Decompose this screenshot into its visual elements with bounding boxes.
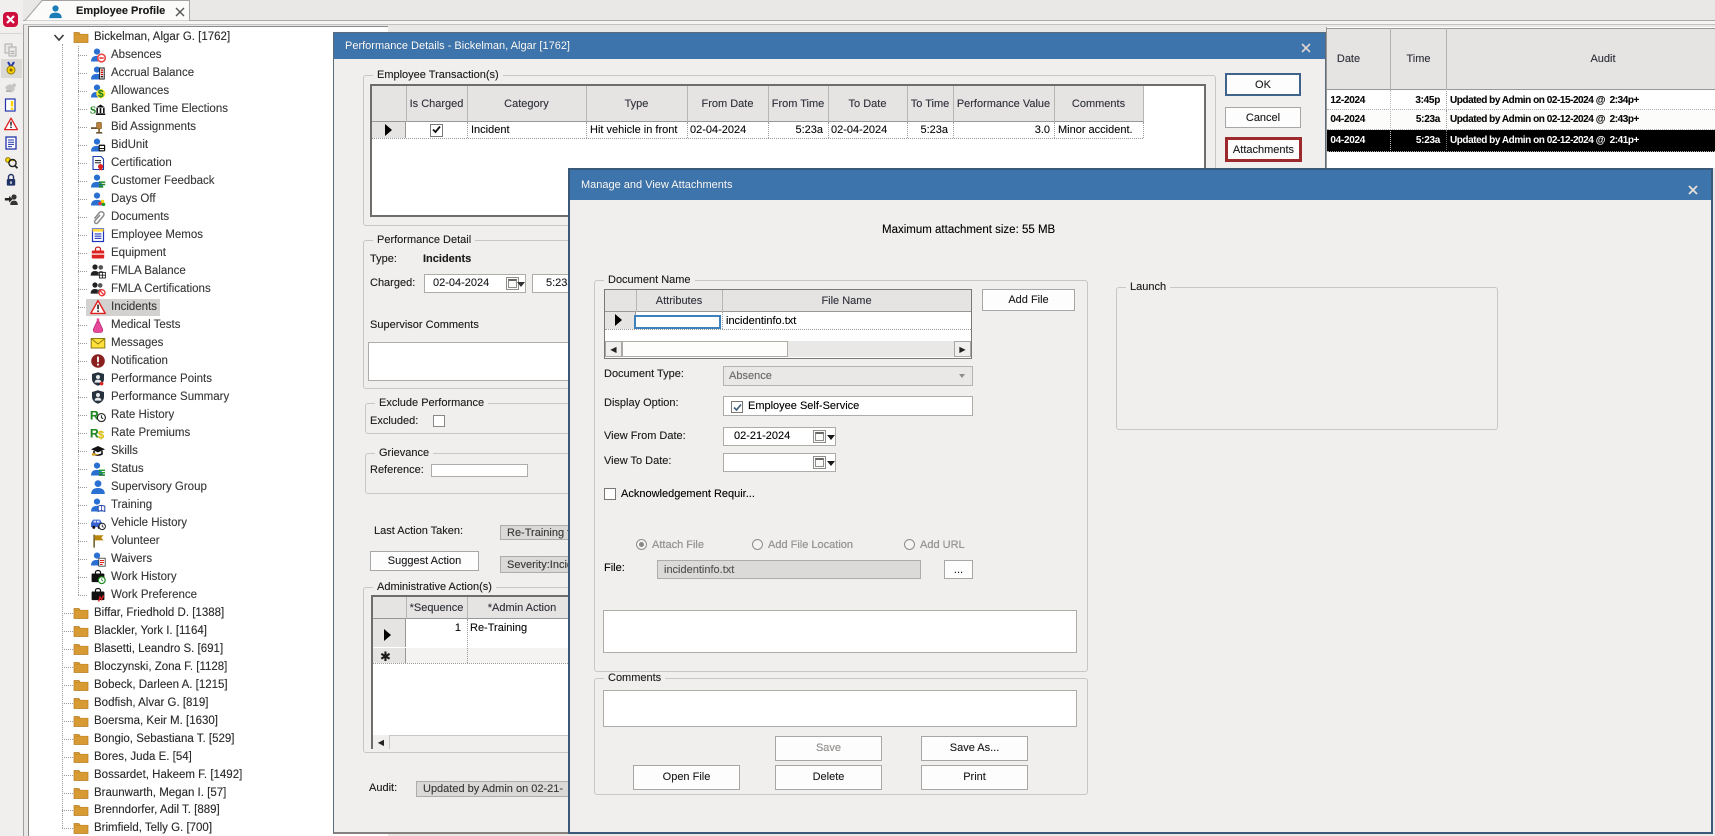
svg-text:$: $ — [98, 429, 104, 440]
svg-text:$: $ — [98, 89, 104, 99]
svg-text:S: S — [90, 105, 96, 117]
